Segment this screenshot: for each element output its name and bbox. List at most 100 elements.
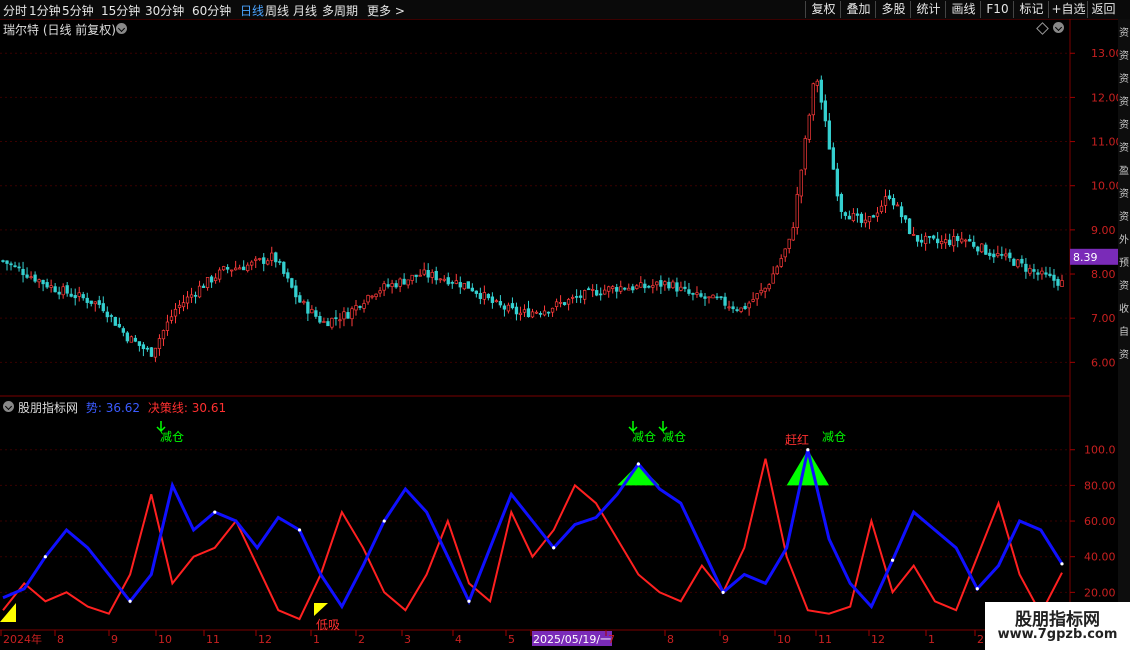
toolbar-button[interactable]: 标记 — [1013, 1, 1049, 18]
period-tab[interactable]: 周线 — [265, 2, 289, 19]
x-axis-label: 12 — [258, 633, 272, 646]
candle-body — [735, 309, 739, 311]
annotation-label: 减仓 — [632, 430, 656, 444]
sidebar-tab[interactable]: 外 — [1119, 231, 1129, 246]
period-tab[interactable]: 1分钟 — [29, 2, 61, 19]
candle-body — [891, 197, 896, 206]
period-tab[interactable]: 更多 > — [367, 2, 405, 19]
candle-body — [61, 286, 65, 296]
candle-body — [318, 316, 322, 323]
sidebar-tab[interactable]: 收 — [1119, 300, 1129, 315]
sidebar-tab[interactable]: 资 — [1119, 185, 1129, 200]
toolbar-button[interactable]: 返回 — [1087, 1, 1119, 18]
candle-body — [446, 277, 450, 285]
candle-body — [655, 281, 659, 286]
candle-body — [322, 321, 326, 323]
period-tab[interactable]: 多周期 — [322, 2, 358, 19]
candle-body — [956, 236, 960, 242]
candle-body — [988, 252, 992, 256]
sidebar-tab[interactable]: 资 — [1119, 277, 1129, 292]
candle-body — [522, 309, 527, 313]
sidebar-tab[interactable]: 资 — [1119, 116, 1129, 131]
sidebar-tab[interactable]: 资 — [1119, 346, 1129, 361]
candle-body — [386, 284, 390, 287]
candle-body — [161, 330, 166, 340]
candle-body — [835, 168, 840, 197]
candle-body — [229, 269, 234, 272]
candle-body — [213, 277, 218, 281]
candle-body — [911, 234, 916, 236]
period-tab[interactable]: 15分钟 — [101, 2, 140, 19]
sidebar-tab[interactable]: 资 — [1119, 93, 1129, 108]
candle-body — [330, 317, 334, 328]
sidebar-tab[interactable]: 盈 — [1119, 162, 1129, 177]
sidebar-tab[interactable]: 自 — [1119, 323, 1129, 338]
sidebar-tab[interactable]: 资 — [1119, 139, 1129, 154]
toolbar-button[interactable]: +自选 — [1048, 1, 1088, 18]
line1-label: 势: 36.62 — [85, 401, 141, 415]
current-price-badge — [1070, 248, 1118, 265]
candle-body — [510, 303, 515, 309]
sidebar-tab[interactable]: 资 — [1119, 47, 1129, 62]
candle-body — [378, 290, 382, 294]
sidebar-tab[interactable]: 资 — [1119, 24, 1129, 39]
candle-body — [755, 293, 759, 300]
candle-body — [727, 306, 731, 309]
trend-dot — [467, 599, 471, 603]
candle-body — [815, 80, 819, 86]
sidebar-tab[interactable]: 预 — [1119, 254, 1129, 269]
candle-body — [93, 301, 97, 305]
candle-body — [546, 311, 551, 314]
toolbar-button[interactable]: F10 — [980, 1, 1014, 18]
candle-body — [189, 294, 194, 298]
period-tab[interactable]: 月线 — [293, 2, 317, 19]
candle-body — [149, 347, 154, 357]
chevron-down-icon[interactable] — [116, 23, 127, 34]
period-tab[interactable]: 60分钟 — [192, 2, 231, 19]
candle-body — [153, 347, 158, 358]
trend-dot — [382, 519, 386, 523]
price-tick-label: 7.00 — [1091, 312, 1116, 325]
sidebar-tab[interactable]: 资 — [1119, 208, 1129, 223]
period-tab[interactable]: 日线 — [240, 2, 264, 19]
toolbar-button[interactable]: 多股 — [875, 1, 911, 18]
candle-body — [13, 265, 17, 268]
candle-body — [177, 304, 182, 308]
candle-body — [506, 304, 511, 312]
candle-body — [883, 196, 888, 206]
x-axis-label: 10 — [777, 633, 791, 646]
candle-body — [550, 307, 555, 313]
sell-arrow-icon — [156, 421, 166, 433]
candle-body — [294, 285, 298, 298]
candle-body — [599, 293, 603, 296]
candle-body — [266, 260, 270, 265]
candle-body — [855, 213, 860, 216]
candle-body — [827, 120, 831, 150]
period-tab[interactable]: 5分钟 — [62, 2, 94, 19]
settings-circle-icon[interactable] — [1053, 22, 1064, 33]
toolbar-button[interactable]: 复权 — [805, 1, 841, 18]
candle-body — [125, 332, 130, 342]
low-buy-marker — [0, 603, 16, 622]
candle-body — [137, 341, 142, 346]
candle-body — [121, 328, 125, 333]
toolbar-button[interactable]: 叠加 — [840, 1, 876, 18]
toolbar-button[interactable]: 统计 — [910, 1, 946, 18]
watermark-url: www.7gpzb.com — [997, 627, 1118, 642]
period-tab[interactable]: 分时 — [3, 2, 27, 19]
period-tab[interactable]: 30分钟 — [145, 2, 184, 19]
line2-label: 决策线: 30.61 — [147, 401, 227, 415]
candle-body — [197, 285, 202, 298]
candle-body — [394, 283, 398, 288]
toolbar-button[interactable]: 画线 — [945, 1, 981, 18]
chevron-down-icon[interactable] — [3, 401, 14, 412]
candle-body — [895, 204, 900, 207]
candle-body — [651, 285, 655, 288]
candle-body — [887, 195, 892, 199]
candle-body — [41, 279, 45, 285]
candle-body — [1, 260, 5, 262]
trend-dot — [552, 546, 556, 550]
candle-body — [426, 270, 430, 278]
diamond-icon[interactable] — [1036, 22, 1049, 35]
sidebar-tab[interactable]: 资 — [1119, 70, 1129, 85]
